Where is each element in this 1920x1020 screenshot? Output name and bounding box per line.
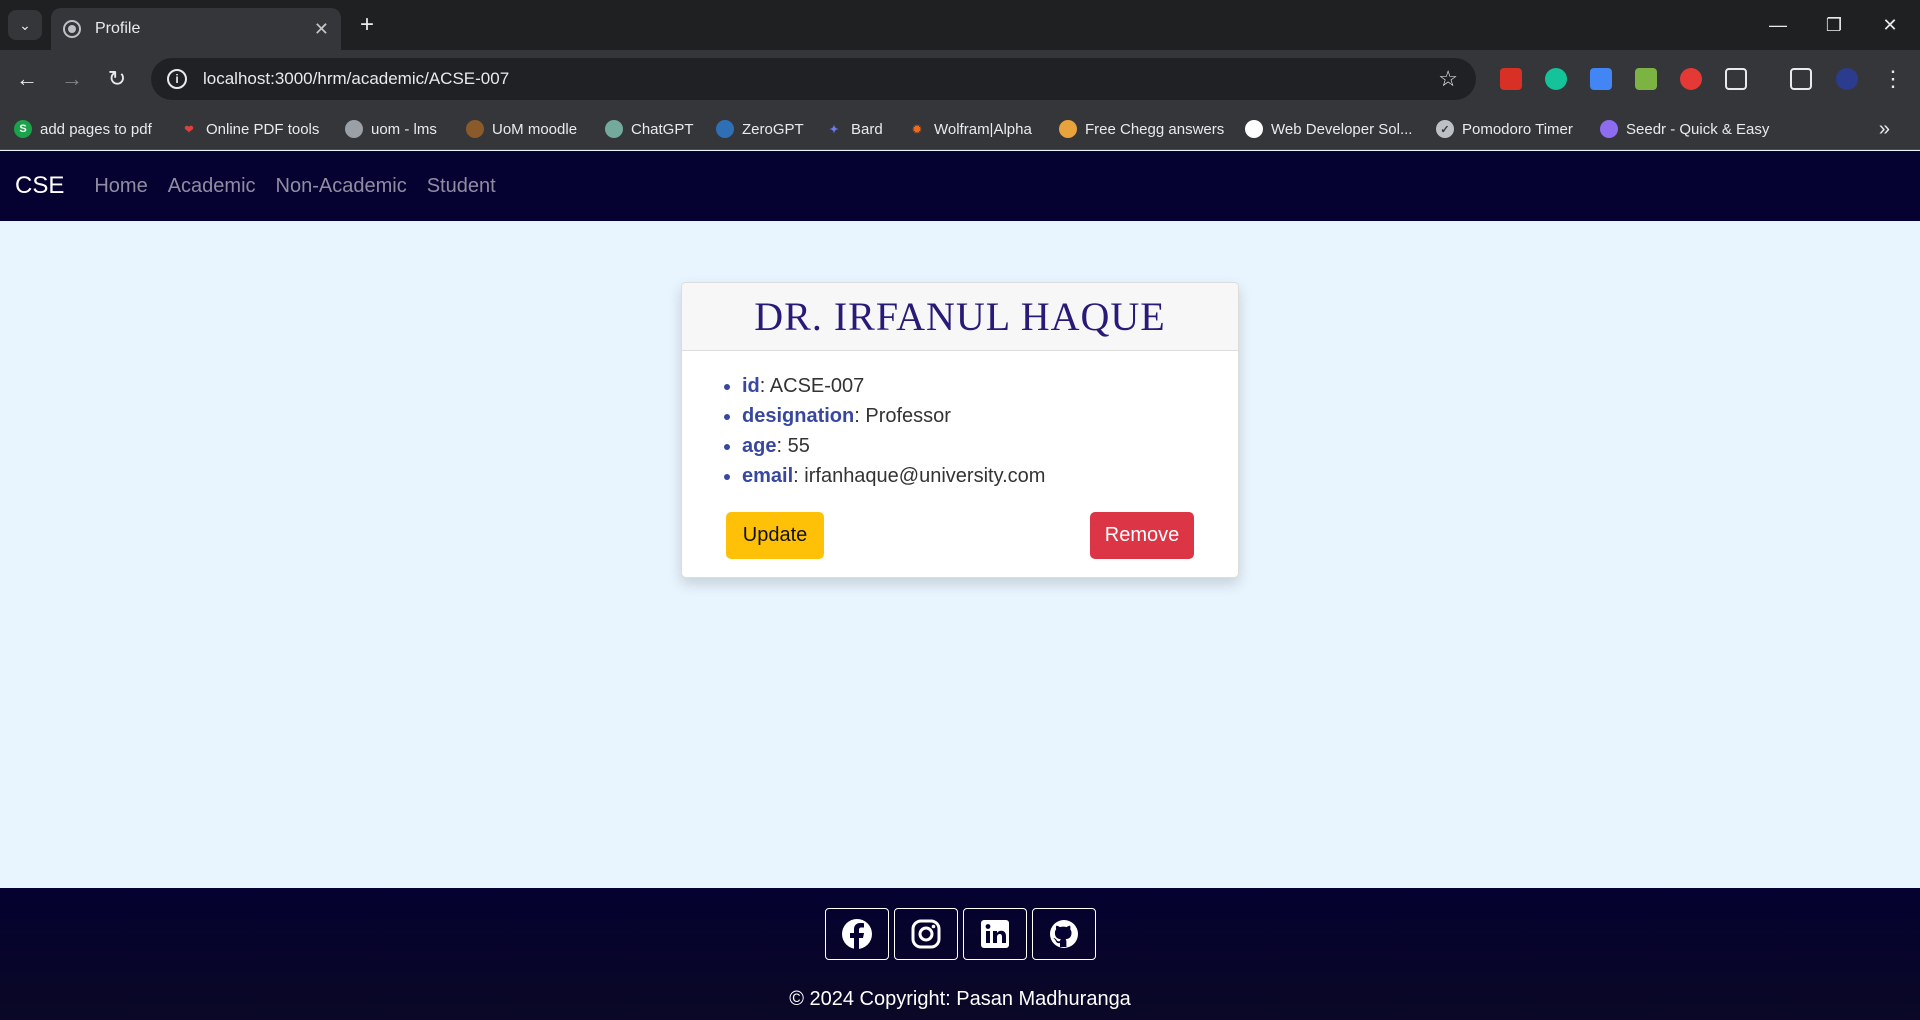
linkedin-link[interactable] — [963, 908, 1027, 960]
bookmark-item[interactable]: ❤ Online PDF tools — [180, 118, 319, 140]
profile-name: DR. IRFANUL HAQUE — [682, 283, 1238, 351]
bookmark-item[interactable]: ✦ Bard — [825, 118, 882, 140]
nav-link-non-academic[interactable]: Non-Academic — [276, 175, 407, 198]
bookmark-item[interactable]: ZeroGPT — [716, 118, 804, 140]
bookmark-item[interactable]: uom - lms — [345, 118, 437, 140]
new-tab-button[interactable]: + — [352, 10, 382, 40]
globe-icon — [63, 20, 81, 38]
tab-search-button[interactable]: ⌄ — [8, 10, 42, 40]
seedr-icon — [1600, 120, 1618, 138]
bookmark-item[interactable]: UoM moodle — [466, 118, 577, 140]
update-button[interactable]: Update — [726, 512, 824, 559]
bookmark-item[interactable]: ✓ Pomodoro Timer — [1436, 118, 1573, 140]
profile-card: DR. IRFANUL HAQUE id: ACSE-007 designati… — [681, 282, 1239, 578]
facebook-link[interactable] — [825, 908, 889, 960]
moodle-icon — [466, 120, 484, 138]
translate-icon[interactable] — [1590, 68, 1612, 90]
reload-button[interactable]: ↻ — [102, 64, 132, 94]
restore-button[interactable]: ❐ — [1806, 0, 1862, 50]
github-icon — [1245, 120, 1263, 138]
menu-kebab-icon[interactable]: ⋮ — [1878, 64, 1908, 94]
sparkle-icon: ✦ — [829, 123, 839, 136]
profile-field-id: id: ACSE-007 — [742, 371, 1238, 401]
bookmark-item[interactable]: ✹ Wolfram|Alpha — [908, 118, 1031, 140]
remove-button[interactable]: Remove — [1090, 512, 1194, 559]
puzzle-icon[interactable] — [1725, 68, 1747, 90]
github-link[interactable] — [1032, 908, 1096, 960]
browser-tab-profile[interactable]: Profile ✕ — [51, 8, 341, 50]
bookmark-item[interactable]: Web Developer Sol... — [1245, 118, 1412, 140]
chevron-down-icon: ⌄ — [19, 16, 31, 33]
nav-link-academic[interactable]: Academic — [168, 175, 256, 198]
check-icon: ✓ — [1436, 120, 1454, 138]
wolfram-icon: ✹ — [912, 123, 922, 136]
site-info-icon[interactable]: i — [167, 69, 187, 89]
tab-close-icon[interactable]: ✕ — [314, 19, 329, 40]
instagram-icon — [911, 919, 941, 949]
side-panel-icon[interactable] — [1790, 68, 1812, 90]
footer: © 2024 Copyright: Pasan Madhuranga — [0, 888, 1920, 1020]
globe-icon — [345, 120, 363, 138]
extension-dots-icon[interactable] — [1500, 68, 1522, 90]
avatar[interactable] — [1836, 68, 1858, 90]
adblock-icon[interactable] — [1680, 68, 1702, 90]
linkedin-icon — [981, 920, 1009, 948]
copyright-text: © 2024 Copyright: Pasan Madhuranga — [789, 988, 1131, 1010]
profile-details-list: id: ACSE-007 designation: Professor age:… — [682, 371, 1238, 491]
minimize-button[interactable]: — — [1750, 0, 1806, 50]
back-button[interactable]: ← — [12, 64, 42, 94]
profile-field-age: age: 55 — [742, 431, 1238, 461]
bookmark-item[interactable]: Free Chegg answers — [1059, 118, 1224, 140]
profile-field-designation: designation: Professor — [742, 401, 1238, 431]
heart-icon: ❤ — [184, 123, 194, 136]
browser-tabbar: ⌄ Profile ✕ + — ❐ ✕ — [0, 0, 1920, 50]
bookmark-item[interactable]: ChatGPT — [605, 118, 694, 140]
chatgpt-icon — [605, 120, 623, 138]
tab-title: Profile — [95, 20, 141, 37]
close-window-button[interactable]: ✕ — [1862, 0, 1918, 50]
profile-field-email: email: irfanhaque@university.com — [742, 461, 1238, 491]
bookmarks-bar: Sadd pages to pdf ❤ Online PDF tools uom … — [0, 108, 1920, 150]
s-icon: S — [14, 120, 32, 138]
facebook-icon — [842, 919, 872, 950]
forward-button[interactable]: → — [57, 64, 87, 94]
nav-link-student[interactable]: Student — [427, 175, 496, 198]
address-bar[interactable]: i localhost:3000/hrm/academic/ACSE-007 ☆ — [151, 58, 1476, 100]
chevron-double-right-icon[interactable]: » — [1879, 118, 1890, 141]
bookmark-item[interactable]: Seedr - Quick & Easy — [1600, 118, 1769, 140]
url-text: localhost:3000/hrm/academic/ACSE-007 — [203, 69, 510, 88]
instagram-link[interactable] — [894, 908, 958, 960]
download-icon[interactable] — [1635, 68, 1657, 90]
grammarly-icon[interactable] — [1545, 68, 1567, 90]
bookmark-star-icon[interactable]: ☆ — [1438, 66, 1458, 92]
brand-logo[interactable]: CSE — [15, 172, 64, 200]
app-navbar: CSE Home Academic Non-Academic Student — [0, 151, 1920, 221]
github-icon — [1050, 920, 1078, 948]
nav-link-home[interactable]: Home — [94, 175, 147, 198]
books-icon — [1059, 120, 1077, 138]
bookmark-item[interactable]: Sadd pages to pdf — [14, 118, 152, 140]
zerogpt-icon — [716, 120, 734, 138]
browser-toolbar: ← → ↻ i localhost:3000/hrm/academic/ACSE… — [0, 50, 1920, 108]
